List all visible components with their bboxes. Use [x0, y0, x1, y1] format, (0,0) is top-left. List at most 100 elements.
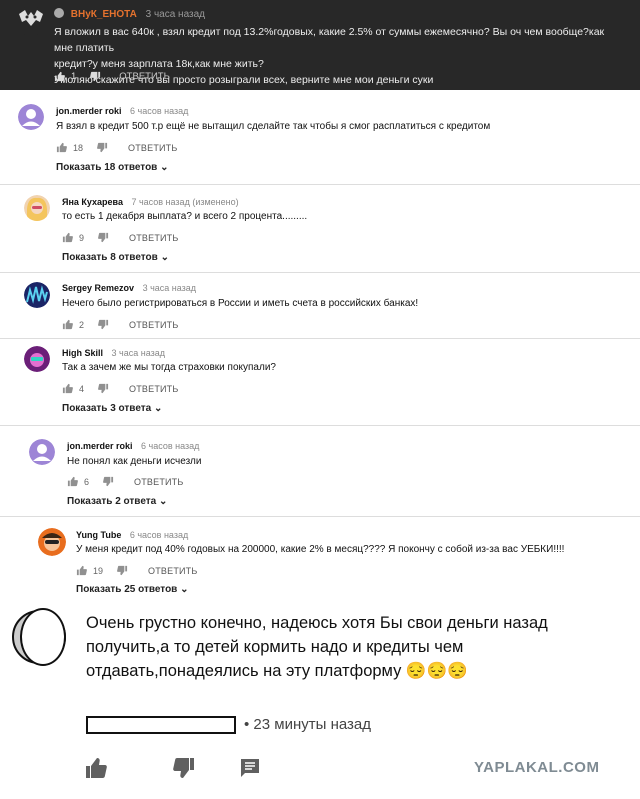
comment-text: то есть 1 декабря выплата? и всего 2 про… — [62, 211, 308, 222]
thumbs-down-icon[interactable] — [172, 756, 196, 780]
thumbs-up-icon[interactable] — [84, 756, 108, 780]
comment-item: Yung Tube 6 часов назад У меня кредит по… — [38, 528, 628, 600]
comment-author[interactable]: Яна Кухарева — [62, 197, 123, 207]
comment-item: High Skill 3 часа назад Так а зачем же м… — [24, 346, 624, 416]
thumbs-up-icon[interactable] — [76, 565, 87, 576]
divider — [0, 272, 640, 273]
comment-time[interactable]: 6 часов назад — [130, 530, 188, 540]
top-comment: ВНуК_ЕНОТА 3 часа назад Я вложил в вас 6… — [0, 0, 640, 90]
divider — [0, 184, 640, 185]
comment-item: Яна Кухарева 7 часов назад (изменено) то… — [24, 195, 624, 265]
thumbs-up-icon[interactable] — [62, 232, 73, 243]
reply-button[interactable]: ОТВЕТИТЬ — [119, 71, 170, 82]
comment-item: Sergey Remezov 3 часа назад Нечего было … — [24, 282, 624, 332]
comment-header: Яна Кухарева 7 часов назад (изменено) — [62, 197, 239, 207]
divider — [0, 516, 640, 517]
comment-time[interactable]: 7 часов назад (изменено) — [131, 197, 238, 207]
comment-author[interactable]: jon.merder roki — [67, 441, 133, 451]
thumbs-up-icon[interactable] — [67, 476, 78, 487]
author-avatar[interactable] — [24, 282, 50, 308]
avatar-cover — [20, 608, 66, 666]
redacted-author — [86, 716, 236, 734]
thumbs-up-icon[interactable] — [62, 383, 73, 394]
thumbs-up-icon[interactable] — [56, 142, 67, 153]
author-avatar[interactable] — [38, 528, 66, 556]
show-replies-label: Показать 8 ответов — [62, 252, 158, 263]
comment-time[interactable]: 6 часов назад — [141, 441, 199, 451]
comment-item: jon.merder roki 6 часов назад Не понял к… — [29, 439, 629, 511]
show-replies-label: Показать 3 ответа — [62, 403, 152, 414]
comment-time[interactable]: • 23 минуты назад — [244, 716, 371, 733]
like-count: 18 — [73, 142, 84, 153]
show-replies-button[interactable]: Показать 3 ответа ⌄ — [62, 403, 162, 414]
reply-button[interactable]: ОТВЕТИТЬ — [148, 566, 197, 576]
comment-time[interactable]: 3 часа назад — [146, 9, 205, 20]
comment-text: Очень грустно конечно, надеюсь хотя Бы с… — [86, 614, 548, 680]
comment-time[interactable]: 3 часа назад — [143, 283, 196, 293]
comment-header: Yung Tube 6 часов назад — [76, 530, 188, 540]
chevron-down-icon: ⌄ — [180, 584, 189, 595]
reply-button[interactable]: ОТВЕТИТЬ — [129, 320, 178, 330]
chevron-down-icon: ⌄ — [160, 162, 169, 173]
thumbs-down-icon[interactable] — [98, 232, 109, 243]
chevron-down-icon: ⌄ — [159, 496, 168, 507]
thumbs-up-icon[interactable] — [54, 71, 65, 82]
site-watermark: YAPLAKAL.COM — [474, 759, 600, 776]
comment-actions: 4 ОТВЕТИТЬ — [62, 383, 179, 394]
thumbs-down-icon[interactable] — [98, 319, 109, 330]
author-avatar[interactable] — [29, 439, 55, 465]
reply-button[interactable]: ОТВЕТИТЬ — [134, 477, 183, 487]
comment-author[interactable]: High Skill — [62, 348, 103, 358]
comment-actions: 19 ОТВЕТИТЬ — [76, 565, 198, 576]
comment-actions: 18 ОТВЕТИТЬ — [56, 142, 178, 153]
comment-text: У меня кредит под 40% годовых на 200000,… — [76, 544, 565, 555]
comment-author[interactable]: Sergey Remezov — [62, 283, 134, 293]
author-avatar[interactable] — [24, 195, 50, 221]
comment-header: jon.merder roki 6 часов назад — [56, 106, 188, 116]
like-count: 1 — [71, 71, 77, 82]
thumbs-down-icon[interactable] — [103, 476, 114, 487]
comment-author[interactable]: jon.merder roki — [56, 106, 122, 116]
comment-text: Нечего было регистрироваться в России и … — [62, 298, 419, 309]
thumbs-down-icon[interactable] — [97, 142, 108, 153]
show-replies-label: Показать 18 ответов — [56, 162, 158, 173]
show-replies-button[interactable]: Показать 25 ответов ⌄ — [76, 584, 189, 595]
like-count: 4 — [79, 383, 85, 394]
comment-header: Sergey Remezov 3 часа назад — [62, 283, 196, 293]
author-avatar[interactable] — [18, 104, 44, 130]
thumbs-up-icon[interactable] — [62, 319, 73, 330]
reply-comment-icon[interactable] — [238, 756, 262, 780]
reply-button[interactable]: ОТВЕТИТЬ — [128, 143, 177, 153]
comment-time[interactable]: 3 часа назад — [112, 348, 165, 358]
divider — [0, 425, 640, 426]
comment-line: Я вложил в вас 640к , взял кредит под 13… — [54, 26, 605, 54]
author-avatar[interactable] — [16, 6, 46, 36]
comment-header: High Skill 3 часа назад — [62, 348, 165, 358]
like-count: 19 — [93, 565, 104, 576]
comment-author[interactable]: Yung Tube — [76, 530, 121, 540]
channel-badge-icon — [54, 8, 64, 18]
show-replies-label: Показать 2 ответа — [67, 496, 157, 507]
comment-text: Я взял в кредит 500 т.р ещё не вытащил с… — [56, 121, 491, 132]
reply-button[interactable]: ОТВЕТИТЬ — [129, 384, 178, 394]
comment-actions: 6 ОТВЕТИТЬ — [67, 476, 184, 487]
comment-time[interactable]: 6 часов назад — [130, 106, 188, 116]
comment-header: ВНуК_ЕНОТА 3 часа назад — [54, 8, 205, 20]
chevron-down-icon: ⌄ — [160, 252, 169, 263]
comment-actions: 9 ОТВЕТИТЬ — [62, 232, 179, 243]
reply-button[interactable]: ОТВЕТИТЬ — [129, 233, 178, 243]
like-count: 6 — [84, 476, 90, 487]
show-replies-button[interactable]: Показать 2 ответа ⌄ — [67, 496, 167, 507]
comment-author[interactable]: ВНуК_ЕНОТА — [71, 9, 137, 20]
show-replies-button[interactable]: Показать 8 ответов ⌄ — [62, 252, 169, 263]
thumbs-down-icon[interactable] — [90, 71, 101, 82]
comment-text: Не понял как деньги исчезли — [67, 456, 202, 467]
comment-item: jon.merder roki 6 часов назад Я взял в к… — [18, 104, 618, 176]
show-replies-button[interactable]: Показать 18 ответов ⌄ — [56, 162, 169, 173]
thumbs-down-icon[interactable] — [117, 565, 128, 576]
comment-line: кредит?у меня зарплата 18к,как мне жить? — [54, 58, 264, 70]
thumbs-down-icon[interactable] — [98, 383, 109, 394]
chevron-down-icon: ⌄ — [154, 403, 163, 414]
author-avatar[interactable] — [24, 346, 50, 372]
like-count: 2 — [79, 319, 85, 330]
